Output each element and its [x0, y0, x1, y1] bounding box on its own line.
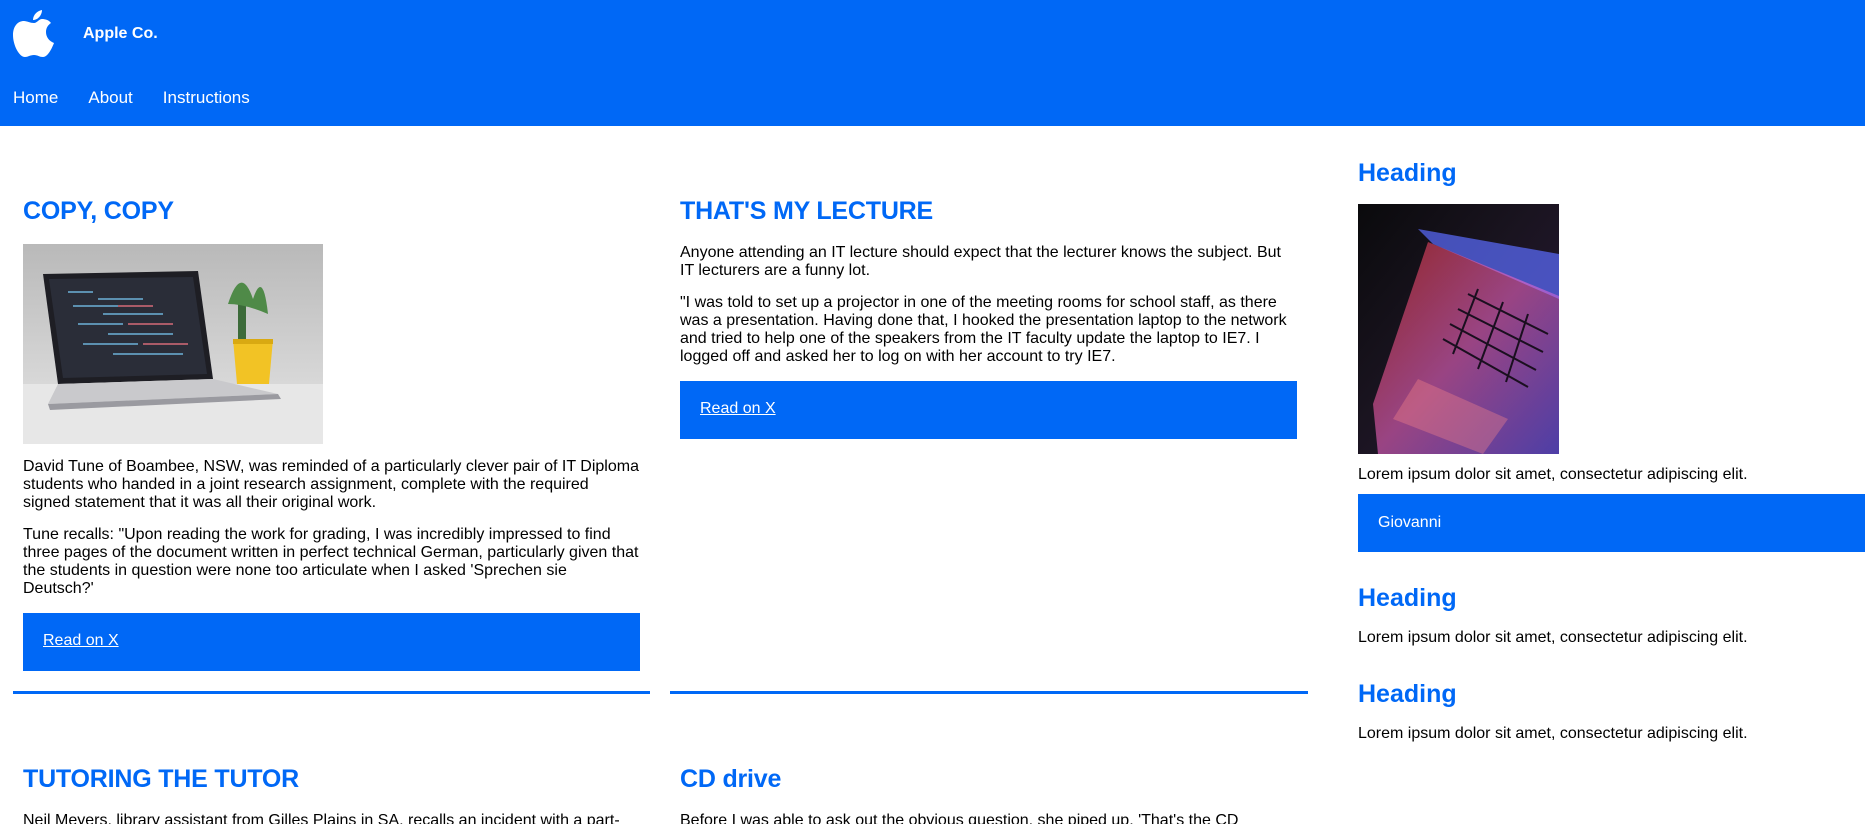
brand-name[interactable]: Apple Co. [83, 25, 158, 43]
read-on-x-button[interactable]: Read on X [680, 381, 1297, 439]
article-paragraph: David Tune of Boambee, NSW, was reminded… [23, 458, 639, 511]
glowing-laptop-keyboard-image [1358, 204, 1559, 454]
article-paragraph: Before I was able to ask out the obvious… [680, 812, 1239, 824]
sidebar-block: Heading Lorem ipsum dolor sit amet, cons… [1358, 680, 1865, 743]
article-title: COPY, COPY [23, 197, 174, 225]
article-divider [13, 691, 650, 694]
article-divider [670, 691, 1308, 694]
article-title: THAT'S MY LECTURE [680, 197, 934, 225]
laptop-on-desk-image [23, 244, 323, 444]
article-card: THAT'S MY LECTURE Anyone attending an IT… [670, 126, 1308, 694]
sidebar-block: Heading Lorem ipsum dolor sit amet, cons… [1358, 126, 1865, 552]
column-middle: THAT'S MY LECTURE Anyone attending an IT… [670, 126, 1308, 694]
sidebar-heading: Heading [1358, 159, 1457, 187]
nav-instructions[interactable]: Instructions [163, 88, 250, 108]
column-left: COPY, COPY David Tune of Boambee, NSW, w… [13, 126, 650, 694]
article-card-partial: CD drive Before I was able to ask out th… [680, 765, 1238, 824]
sidebar-text: Lorem ipsum dolor sit amet, consectetur … [1358, 629, 1748, 646]
sidebar: Heading Lorem ipsum dolor sit amet, cons… [1358, 126, 1865, 743]
sidebar-block: Heading Lorem ipsum dolor sit amet, cons… [1358, 584, 1865, 647]
site-header: Apple Co. Home About Instructions [0, 0, 1865, 126]
main-nav: Home About Instructions [13, 88, 250, 108]
article-paragraph: Tune recalls: "Upon reading the work for… [23, 526, 639, 597]
apple-logo-icon[interactable] [13, 10, 55, 57]
sidebar-heading: Heading [1358, 584, 1457, 612]
article-title: TUTORING THE TUTOR [23, 765, 300, 793]
article-card: COPY, COPY David Tune of Boambee, NSW, w… [13, 126, 650, 694]
giovanni-button[interactable]: Giovanni [1358, 494, 1865, 552]
article-paragraph: Anyone attending an IT lecture should ex… [680, 244, 1281, 279]
nav-home[interactable]: Home [13, 88, 58, 108]
sidebar-heading: Heading [1358, 680, 1457, 708]
read-on-x-button[interactable]: Read on X [23, 613, 640, 671]
nav-about[interactable]: About [88, 88, 132, 108]
article-card-partial: TUTORING THE TUTOR Neil Meyers, library … [23, 765, 620, 824]
sidebar-text: Lorem ipsum dolor sit amet, consectetur … [1358, 466, 1748, 483]
article-paragraph: "I was told to set up a projector in one… [680, 294, 1287, 365]
sidebar-text: Lorem ipsum dolor sit amet, consectetur … [1358, 725, 1748, 742]
article-title: CD drive [680, 765, 782, 793]
article-paragraph: Neil Meyers, library assistant from Gill… [23, 812, 620, 824]
